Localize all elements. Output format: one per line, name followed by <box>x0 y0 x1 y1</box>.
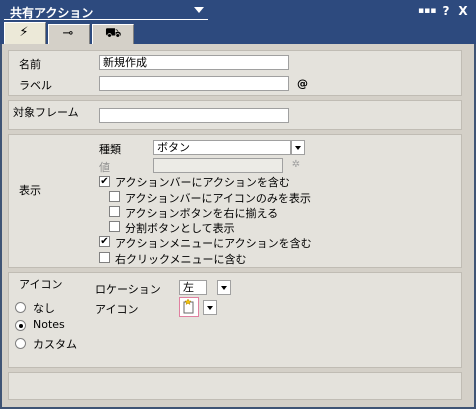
panel-target-frame: 対象フレーム <box>8 100 462 130</box>
checkbox-split-button-label: 分割ボタンとして表示 <box>125 222 235 235</box>
checkbox-include-in-action-menu[interactable] <box>99 236 110 247</box>
icon-label: アイコン <box>95 303 139 316</box>
window-title: 共有アクション <box>10 6 94 20</box>
icon-section-label: アイコン <box>19 278 63 291</box>
name-label: 名前 <box>19 58 41 71</box>
type-select[interactable]: ボタン <box>153 140 291 155</box>
radio-icon-custom[interactable] <box>15 338 26 349</box>
target-frame-label: 対象フレーム <box>13 106 79 119</box>
location-dropdown-button[interactable] <box>217 280 231 295</box>
name-field[interactable]: 新規作成 <box>99 55 289 70</box>
panel-display: 表示 種類 ボタン 値 ✲ アクションバーにアクションを含む アクションバーにア… <box>8 134 462 268</box>
panel-icon: アイコン なし Notes カスタム ロケーション 左 アイコン <box>8 272 462 368</box>
properties-content: 名前 新規作成 ラベル @ 対象フレーム 表示 種類 ボタン 値 ✲ アクション… <box>0 44 476 409</box>
more-options-icon[interactable]: ▪▪▪ <box>418 4 436 18</box>
checkbox-split-button[interactable] <box>109 221 120 232</box>
tab-sharing[interactable]: ⛟ <box>92 24 134 44</box>
radio-icon-notes[interactable] <box>15 320 26 331</box>
checkbox-include-in-action-menu-label: アクションメニューにアクションを含む <box>115 237 312 250</box>
tab-strip: ⚡ ⊸ ⛟ <box>0 22 476 44</box>
label-field[interactable] <box>99 76 289 91</box>
radio-icon-notes-label: Notes <box>33 318 65 331</box>
icon-preview[interactable] <box>179 297 199 317</box>
formula-at-icon[interactable]: @ <box>297 77 308 90</box>
title-dropdown[interactable]: 共有アクション <box>4 2 208 20</box>
label-label: ラベル <box>19 79 52 92</box>
checkbox-include-in-action-bar[interactable] <box>99 176 110 187</box>
tab-basics[interactable]: ⚡ <box>4 22 46 44</box>
lightning-icon: ⚡ <box>19 25 29 40</box>
chevron-down-icon[interactable] <box>194 7 204 13</box>
checkbox-include-in-context-menu-label: 右クリックメニューに含む <box>115 253 247 266</box>
radio-icon-none-label: なし <box>33 302 55 315</box>
panel-basics: 名前 新規作成 ラベル @ <box>8 50 462 96</box>
checkbox-include-in-context-menu[interactable] <box>99 252 110 263</box>
radio-icon-custom-label: カスタム <box>33 338 77 351</box>
checkbox-icon-only[interactable] <box>109 191 120 202</box>
location-label: ロケーション <box>95 283 161 296</box>
type-dropdown-button[interactable] <box>291 140 305 155</box>
tab-advanced[interactable]: ⊸ <box>48 24 90 44</box>
formula-icon[interactable]: ✲ <box>289 158 303 172</box>
close-button[interactable]: X <box>456 4 470 18</box>
title-bar: 共有アクション ▪▪▪ ? X <box>0 0 476 22</box>
icon-dropdown-button[interactable] <box>203 300 217 315</box>
checkbox-align-right-label: アクションボタンを右に揃える <box>125 207 279 220</box>
beanie-icon: ⊸ <box>62 26 74 41</box>
target-frame-field[interactable] <box>99 108 289 123</box>
value-label: 値 <box>99 161 110 174</box>
checkbox-icon-only-label: アクションバーにアイコンのみを表示 <box>125 192 311 205</box>
help-button[interactable]: ? <box>440 4 452 18</box>
display-label: 表示 <box>19 184 41 197</box>
radio-icon-none[interactable] <box>15 302 26 313</box>
new-document-icon <box>183 298 194 314</box>
location-select[interactable]: 左 <box>179 280 207 295</box>
value-field[interactable] <box>153 158 283 173</box>
mortarboard-icon: ⛟ <box>105 26 122 41</box>
type-label: 種類 <box>99 143 121 156</box>
panel-footer <box>8 372 462 400</box>
checkbox-include-in-action-bar-label: アクションバーにアクションを含む <box>115 176 290 189</box>
checkbox-align-right[interactable] <box>109 206 120 217</box>
